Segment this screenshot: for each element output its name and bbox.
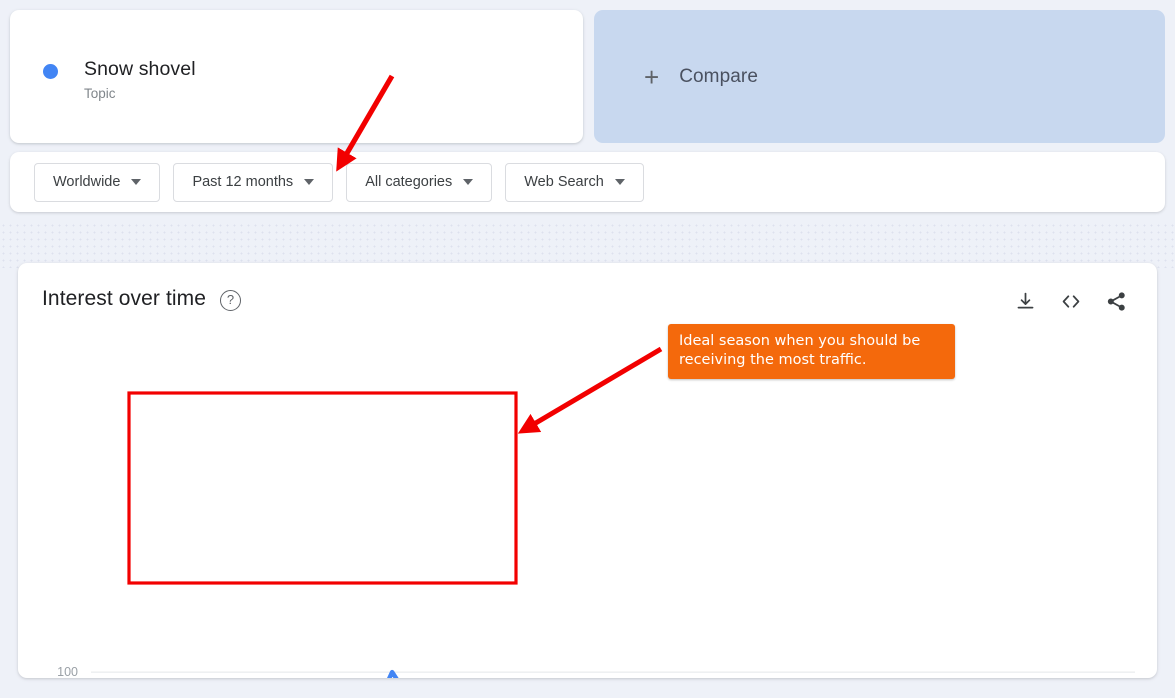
chart-series-line <box>387 669 399 678</box>
compare-label: Compare <box>679 65 759 87</box>
filter-chip-searchtype-label: Web Search <box>524 174 604 190</box>
chart-actions <box>1015 291 1127 312</box>
series-color-dot <box>43 64 58 79</box>
top-row: Snow shovel Topic + Compare <box>10 10 1165 143</box>
search-term-card[interactable]: Snow shovel Topic <box>10 10 583 143</box>
filter-chip-searchtype[interactable]: Web Search <box>505 162 644 202</box>
chevron-down-icon <box>131 179 142 185</box>
search-term-inner: Snow shovel Topic <box>43 57 196 104</box>
share-icon[interactable] <box>1106 291 1127 312</box>
chart-header: Interest over time ? <box>42 287 242 311</box>
embed-code-icon[interactable] <box>1060 291 1082 312</box>
filter-chip-category[interactable]: All categories <box>346 162 493 202</box>
filter-chip-location-label: Worldwide <box>53 174 121 190</box>
chevron-down-icon <box>614 179 625 185</box>
interest-over-time-card: Interest over time ? 255075100Oct 9, 202… <box>18 263 1157 678</box>
filter-bar: Worldwide Past 12 months All categories … <box>10 152 1165 212</box>
filter-chip-location[interactable]: Worldwide <box>34 162 161 202</box>
filter-chip-timerange[interactable]: Past 12 months <box>173 162 334 202</box>
compare-card[interactable]: + Compare <box>594 10 1165 143</box>
search-term-type: Topic <box>84 86 116 101</box>
page-texture <box>0 222 1175 268</box>
page-title: Interest over time <box>42 287 207 310</box>
filter-chip-timerange-label: Past 12 months <box>192 174 294 190</box>
compare-inner: + Compare <box>644 64 758 90</box>
help-icon[interactable]: ? <box>220 289 242 311</box>
download-icon[interactable] <box>1015 291 1036 312</box>
annotation-callout: Ideal season when you should be receivin… <box>668 324 955 379</box>
interest-line-chart: 255075100Oct 9, 2022Jan 29, 2023May 21, … <box>57 665 1135 678</box>
y-axis-tick-label: 100 <box>57 665 78 678</box>
search-term-name: Snow shovel <box>84 58 196 80</box>
filter-chip-category-label: All categories <box>365 174 453 190</box>
chevron-down-icon <box>304 179 315 185</box>
plus-icon: + <box>644 61 660 92</box>
chevron-down-icon <box>463 179 474 185</box>
chart-plot-area: 255075100Oct 9, 2022Jan 29, 2023May 21, … <box>18 263 1157 678</box>
